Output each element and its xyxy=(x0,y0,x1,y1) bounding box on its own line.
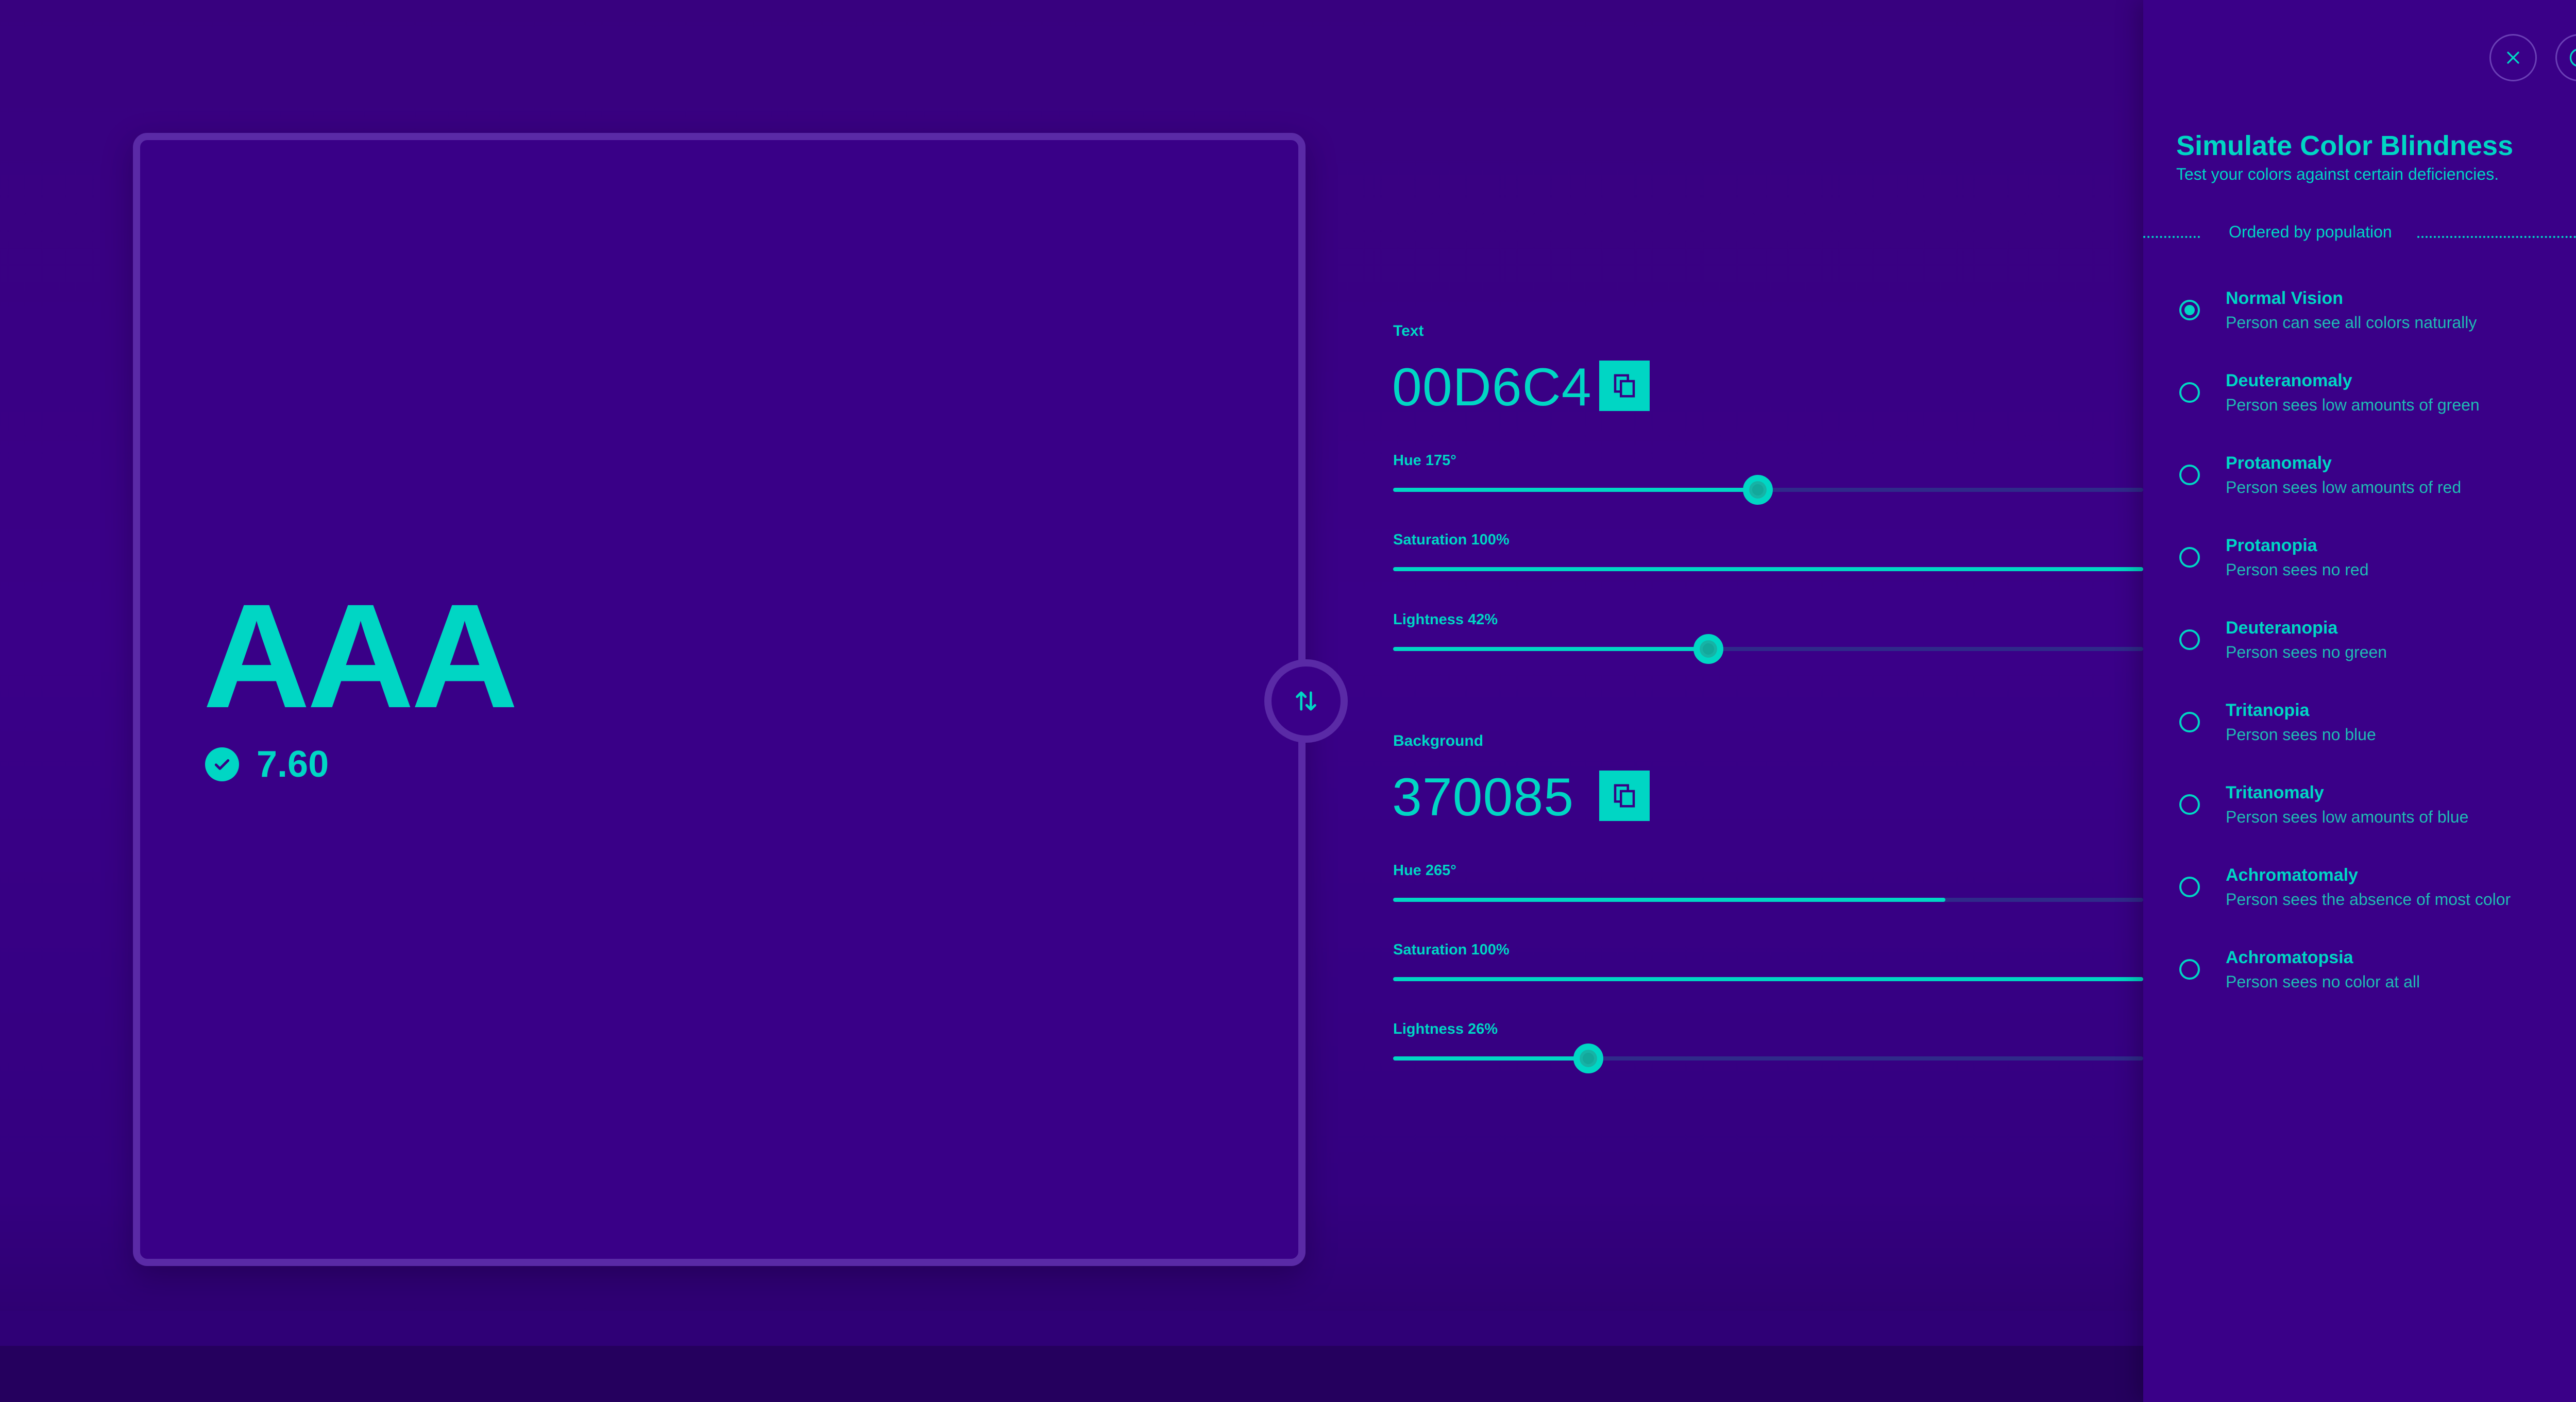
option-title: Tritanomaly xyxy=(2226,783,2324,802)
option-description: Person sees no color at all xyxy=(2226,972,2420,991)
option-description: Person sees low amounts of green xyxy=(2226,396,2480,414)
panel-subtitle: Test your colors against certain deficie… xyxy=(2176,165,2499,183)
info-button[interactable] xyxy=(2555,34,2576,81)
vision-option[interactable]: Tritanomaly Person sees low amounts of bl… xyxy=(2143,783,2576,855)
radio-button[interactable] xyxy=(2179,712,2200,732)
check-circle-icon xyxy=(205,747,239,781)
swap-vertical-icon xyxy=(1296,691,1316,711)
text-saturation-label: Saturation 100% xyxy=(1393,532,1510,548)
slider-thumb[interactable] xyxy=(1693,634,1723,664)
background-hue-slider[interactable] xyxy=(1393,898,2143,902)
radio-button[interactable] xyxy=(2179,629,2200,650)
option-title: Tritanopia xyxy=(2226,700,2310,720)
option-description: Person sees no red xyxy=(2226,560,2369,579)
copy-text-hex-button[interactable] xyxy=(1599,361,1650,411)
footer-band-dark xyxy=(0,1346,2143,1402)
divider-line-right xyxy=(2417,236,2576,238)
copy-icon xyxy=(1614,784,1635,808)
text-color-label: Text xyxy=(1393,322,1424,339)
option-title: Protanomaly xyxy=(2226,453,2332,473)
wcag-rating: AAA xyxy=(203,573,518,739)
radio-button[interactable] xyxy=(2179,465,2200,485)
text-saturation-slider[interactable] xyxy=(1393,567,2143,571)
text-lightness-label: Lightness 42% xyxy=(1393,611,1498,628)
text-lightness-slider[interactable] xyxy=(1393,634,2143,664)
radio-button[interactable] xyxy=(2179,300,2200,320)
background-color-label: Background xyxy=(1393,732,1484,749)
divider-label: Ordered by population xyxy=(2229,223,2392,241)
option-title: Deuteranomaly xyxy=(2226,371,2352,390)
option-title: Deuteranopia xyxy=(2226,618,2338,638)
contrast-ratio-value: 7.60 xyxy=(257,744,329,785)
panel-title: Simulate Color Blindness xyxy=(2176,130,2514,161)
option-title: Achromatomaly xyxy=(2226,865,2358,885)
vision-option[interactable]: Protanomaly Person sees low amounts of re… xyxy=(2143,453,2576,525)
radio-button[interactable] xyxy=(2179,382,2200,403)
background-saturation-label: Saturation 100% xyxy=(1393,942,1510,958)
alert-circle-icon xyxy=(2569,48,2576,67)
option-description: Person sees the absence of most color xyxy=(2226,890,2511,909)
vision-option[interactable]: Protanopia Person sees no red xyxy=(2143,536,2576,608)
option-description: Person can see all colors naturally xyxy=(2226,313,2477,332)
slider-thumb[interactable] xyxy=(1743,475,1773,505)
option-title: Protanopia xyxy=(2226,536,2317,555)
option-title: Normal Vision xyxy=(2226,288,2343,308)
vision-option[interactable]: Normal Vision Person can see all colors n… xyxy=(2143,288,2576,361)
text-hue-label: Hue 175° xyxy=(1393,452,1456,469)
option-description: Person sees low amounts of blue xyxy=(2226,808,2469,826)
radio-button[interactable] xyxy=(2179,877,2200,897)
background-hex-value[interactable]: 370085 xyxy=(1392,771,1574,824)
background-hue-label: Hue 265° xyxy=(1393,862,1456,879)
footer-band xyxy=(0,1311,2143,1346)
vision-option[interactable]: Achromatomaly Person sees the absence of … xyxy=(2143,865,2576,937)
divider-line-left xyxy=(2143,236,2200,238)
option-description: Person sees low amounts of red xyxy=(2226,478,2462,497)
close-panel-button[interactable] xyxy=(2489,34,2537,81)
swap-colors-button[interactable] xyxy=(1264,659,1348,743)
contrast-ratio-row: 7.60 xyxy=(205,743,329,785)
background-saturation-slider[interactable] xyxy=(1393,977,2143,981)
background-lightness-slider[interactable] xyxy=(1393,1044,2143,1073)
option-description: Person sees no green xyxy=(2226,643,2387,661)
text-hue-slider[interactable] xyxy=(1393,475,2143,505)
close-icon xyxy=(2507,52,2519,64)
section-divider: Ordered by population xyxy=(2143,223,2576,248)
vision-option[interactable]: Tritanopia Person sees no blue xyxy=(2143,700,2576,773)
copy-icon xyxy=(1614,374,1635,398)
radio-button[interactable] xyxy=(2179,959,2200,980)
vision-option[interactable]: Deuteranopia Person sees no green xyxy=(2143,618,2576,690)
radio-button[interactable] xyxy=(2179,794,2200,815)
color-blindness-panel: Simulate Color Blindness Test your color… xyxy=(2143,0,2576,1402)
background-lightness-label: Lightness 26% xyxy=(1393,1021,1498,1037)
slider-thumb[interactable] xyxy=(1573,1044,1603,1073)
copy-background-hex-button[interactable] xyxy=(1599,771,1650,821)
text-hex-value[interactable]: 00D6C4 xyxy=(1392,361,1592,414)
option-description: Person sees no blue xyxy=(2226,725,2376,744)
radio-button[interactable] xyxy=(2179,547,2200,568)
vision-option[interactable]: Deuteranomaly Person sees low amounts of … xyxy=(2143,371,2576,443)
option-title: Achromatopsia xyxy=(2226,948,2353,967)
vision-option[interactable]: Achromatopsia Person sees no color at all xyxy=(2143,948,2576,1020)
